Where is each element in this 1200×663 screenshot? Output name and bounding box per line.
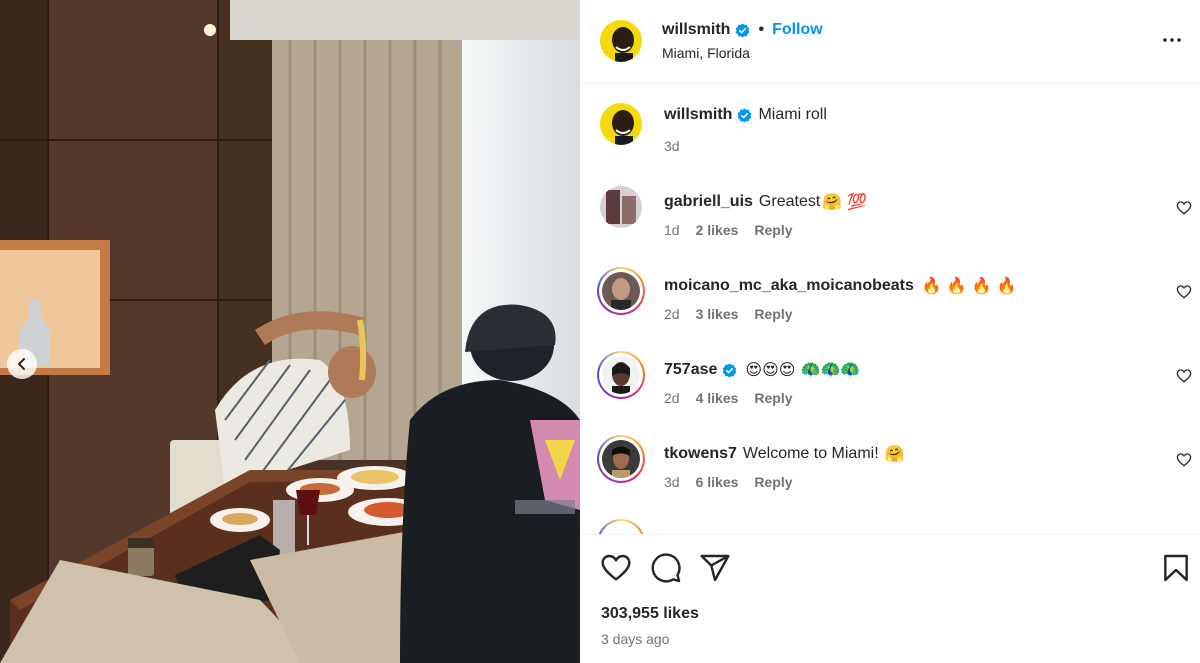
more-options-button[interactable]: [1160, 28, 1184, 52]
post-header: willsmith • Follow Miami, Florida: [580, 0, 1200, 84]
comment-likes[interactable]: 4 likes: [696, 390, 739, 406]
comment-meta: 2d 4 likes Reply: [664, 390, 793, 406]
comment-avatar[interactable]: [600, 186, 642, 228]
comment-meta: 1d 2 likes Reply: [664, 222, 793, 238]
story-ring[interactable]: [597, 519, 645, 534]
comment-avatar[interactable]: [602, 356, 640, 394]
caption-time[interactable]: 3d: [664, 138, 680, 154]
comment-item: gabriell_uis Greatest 🤗 💯 1d 2 likes Rep…: [580, 169, 1200, 253]
post-actions: 303,955 likes 3 days ago: [580, 534, 1200, 663]
comment-emoji: 🤗: [884, 444, 905, 463]
carousel-prev-button[interactable]: [7, 349, 37, 379]
comment-username[interactable]: gabriell_uis: [664, 190, 753, 214]
author-username[interactable]: willsmith: [662, 21, 730, 39]
comment-likes[interactable]: 6 likes: [696, 474, 739, 490]
comment-text-line: tkowens7 Welcome to Miami! 🤗: [664, 442, 905, 466]
post-location[interactable]: Miami, Florida: [662, 45, 750, 61]
comment-likes[interactable]: 3 likes: [696, 306, 739, 322]
comment-avatar[interactable]: [602, 440, 640, 478]
caption-item: willsmith Miami roll 3d: [580, 85, 1200, 169]
caption-author-avatar[interactable]: [600, 103, 642, 145]
more-options-icon: [1163, 38, 1181, 42]
verified-badge-icon: [736, 22, 750, 38]
avatar-photo: [600, 103, 642, 145]
comment-reply-button[interactable]: Reply: [754, 474, 792, 490]
comment-avatar[interactable]: [602, 272, 640, 310]
bookmark-icon[interactable]: [1160, 552, 1192, 584]
caption-username[interactable]: willsmith: [664, 106, 732, 124]
avatar-photo: [602, 356, 640, 394]
comment-emoji: 🤗 💯: [822, 192, 868, 211]
avatar-photo: [600, 186, 642, 228]
comment-item: tkowens7 Welcome to Miami! 🤗 3d 6 likes …: [580, 421, 1200, 505]
post-side-panel: willsmith • Follow Miami, Florida willsm…: [580, 0, 1200, 663]
verified-badge-icon: [723, 362, 737, 378]
comment-text-line: 757ase 😍😍😍 🦚🦚🦚: [664, 358, 860, 382]
comment-username[interactable]: tkowens7: [664, 442, 737, 466]
author-line: willsmith • Follow: [662, 20, 823, 40]
comment-meta: 3d 6 likes Reply: [664, 474, 793, 490]
comment-text: Greatest: [758, 193, 821, 210]
comment-text-line: moicano_mc_aka_moicanobeats 🔥 🔥 🔥 🔥: [664, 274, 1017, 298]
avatar-photo: [602, 440, 640, 478]
comment-item-partial: [580, 505, 1200, 534]
comment-item: 757ase 😍😍😍 🦚🦚🦚 2d 4 likes Reply: [580, 337, 1200, 421]
likes-count[interactable]: 303,955 likes: [601, 605, 699, 623]
comment-reply-button[interactable]: Reply: [754, 390, 792, 406]
comment-time[interactable]: 2d: [664, 306, 680, 322]
post-photo: [0, 0, 580, 663]
comment-username[interactable]: 757ase: [664, 358, 717, 382]
caption-line: willsmith Miami roll: [664, 106, 827, 124]
comment-emoji: 😍😍😍 🦚🦚🦚: [745, 360, 861, 379]
comment-time[interactable]: 1d: [664, 222, 680, 238]
heart-icon[interactable]: [1176, 368, 1192, 384]
comment-time[interactable]: 2d: [664, 390, 680, 406]
comment-emoji: 🔥 🔥 🔥 🔥: [921, 276, 1017, 295]
comment-icon[interactable]: [650, 552, 682, 584]
heart-icon[interactable]: [1176, 200, 1192, 216]
comment-text-line: gabriell_uis Greatest 🤗 💯: [664, 190, 867, 214]
heart-icon[interactable]: [1176, 284, 1192, 300]
chevron-left-icon: [18, 358, 25, 370]
heart-icon[interactable]: [1176, 452, 1192, 468]
verified-badge-icon: [738, 107, 752, 123]
send-icon[interactable]: [699, 552, 731, 584]
avatar-photo: [600, 20, 642, 62]
comment-time[interactable]: 3d: [664, 474, 680, 490]
header-separator: •: [758, 21, 765, 38]
comments-list[interactable]: willsmith Miami roll 3d gabriell_uis Gre…: [580, 85, 1200, 534]
follow-button[interactable]: Follow: [772, 21, 823, 39]
comment-meta: 2d 3 likes Reply: [664, 306, 793, 322]
comment-item: moicano_mc_aka_moicanobeats 🔥 🔥 🔥 🔥 2d 3…: [580, 253, 1200, 337]
avatar-photo: [602, 272, 640, 310]
post-media[interactable]: [0, 0, 580, 663]
comment-likes[interactable]: 2 likes: [696, 222, 739, 238]
heart-icon[interactable]: [600, 552, 632, 584]
comment-text: Welcome to Miami!: [742, 445, 879, 462]
comment-reply-button[interactable]: Reply: [754, 222, 792, 238]
comment-username[interactable]: moicano_mc_aka_moicanobeats: [664, 274, 914, 298]
post-timestamp[interactable]: 3 days ago: [601, 631, 670, 647]
comment-reply-button[interactable]: Reply: [754, 306, 792, 322]
caption-text: Miami roll: [758, 106, 827, 123]
author-avatar[interactable]: [600, 20, 642, 62]
